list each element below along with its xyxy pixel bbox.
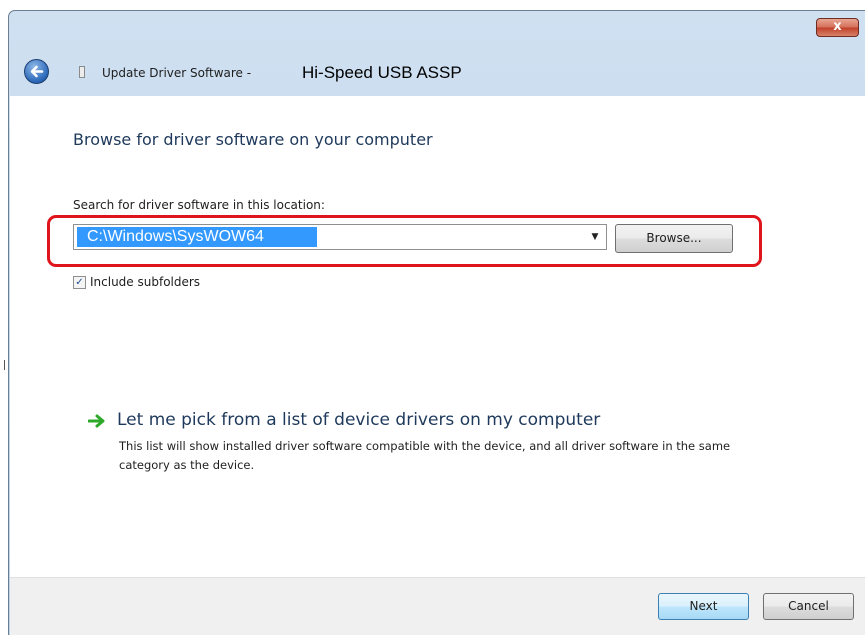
location-value[interactable]: C:\Windows\SysWOW64: [77, 227, 317, 247]
browse-button[interactable]: Browse...: [615, 224, 733, 253]
device-name-label: Hi-Speed USB ASSP: [302, 63, 462, 82]
window-title: Update Driver Software -: [102, 66, 252, 80]
close-button[interactable]: x: [816, 18, 859, 37]
include-subfolders-option[interactable]: ✓ Include subfolders: [73, 275, 200, 289]
window-edge-mark: [4, 360, 5, 370]
page-heading: Browse for driver software on your compu…: [73, 130, 433, 149]
pick-from-list-link[interactable]: Let me pick from a list of device driver…: [117, 410, 600, 430]
location-combobox[interactable]: C:\Windows\SysWOW64 ▼: [73, 224, 607, 250]
chevron-down-icon[interactable]: ▼: [584, 225, 606, 249]
back-arrow-icon: [30, 65, 44, 78]
back-button[interactable]: [24, 59, 49, 84]
dialog-footer: Next Cancel: [10, 577, 865, 635]
usb-device-icon: [79, 66, 85, 78]
cancel-button[interactable]: Cancel: [763, 593, 854, 620]
include-subfolders-label: Include subfolders: [90, 275, 201, 289]
pick-from-list-description: This list will show installed driver sof…: [119, 439, 731, 472]
include-subfolders-checkbox[interactable]: ✓: [73, 275, 86, 289]
location-label: Search for driver software in this locat…: [73, 198, 325, 212]
green-arrow-icon: [88, 414, 105, 428]
next-button[interactable]: Next: [658, 593, 749, 620]
content-area: Browse for driver software on your compu…: [10, 96, 865, 577]
